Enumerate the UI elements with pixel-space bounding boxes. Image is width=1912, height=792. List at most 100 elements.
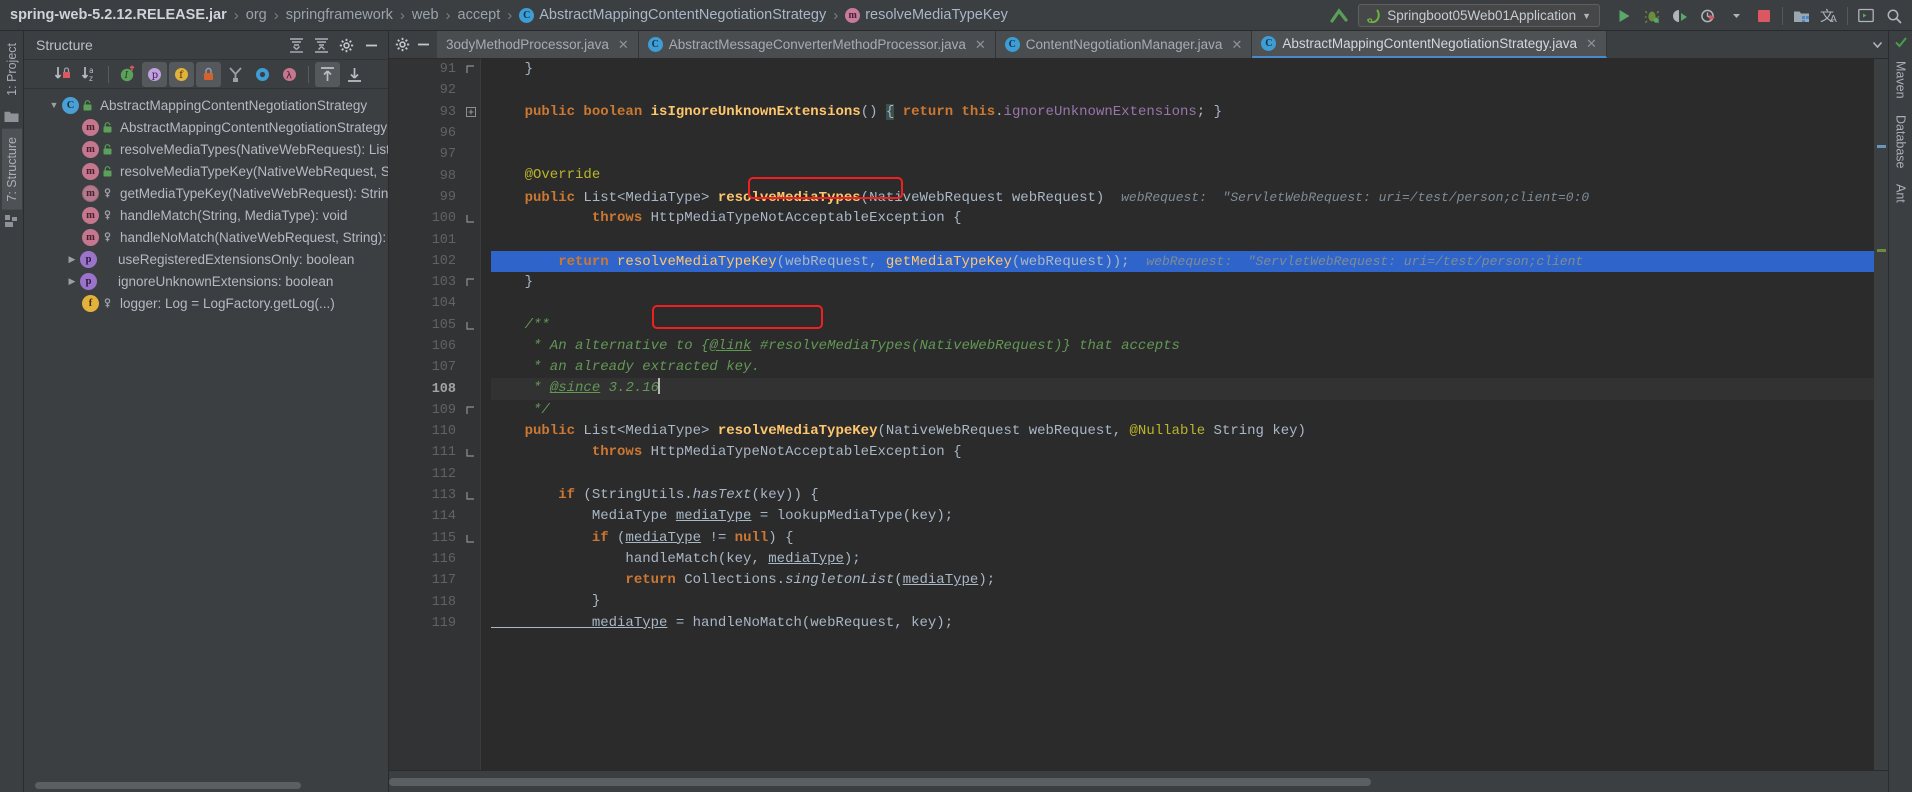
show-fields-button[interactable]: f (169, 61, 194, 87)
inspection-ok-icon[interactable] (1894, 35, 1908, 49)
gear-icon[interactable] (335, 34, 357, 56)
tree-item-get-media-type-key[interactable]: m getMediaTypeKey(NativeWebRequest): Str… (24, 182, 388, 204)
code-line-103[interactable]: } (491, 272, 1874, 293)
fold-start-marker[interactable] (461, 442, 480, 463)
close-icon[interactable]: ✕ (1231, 37, 1242, 53)
hide-button[interactable] (360, 34, 382, 56)
code-text-area[interactable]: } public boolean isIgnoreUnknownExtensio… (481, 59, 1874, 770)
tree-item-use-registered-extensions-only[interactable]: ▶ p useRegisteredExtensionsOnly: boolean (24, 248, 388, 270)
code-line-114[interactable]: MediaType mediaType = lookupMediaType(ke… (491, 506, 1874, 527)
code-line-105[interactable]: /** (491, 315, 1874, 336)
code-line-109[interactable]: */ (491, 400, 1874, 421)
editor-tab-overflow[interactable] (1871, 31, 1888, 58)
scrollbar-track[interactable] (389, 776, 1888, 788)
tab-body-method-processor[interactable]: 3odyMethodProcessor.java ✕ (437, 31, 639, 58)
sidebar-item-maven[interactable]: Maven (1891, 53, 1911, 107)
code-line-106[interactable]: * An alternative to {@link #resolveMedia… (491, 336, 1874, 357)
code-line-104[interactable] (491, 293, 1874, 314)
breadcrumb-item-jar[interactable]: spring-web-5.2.12.RELEASE.jar (10, 7, 227, 23)
code-line-96[interactable] (491, 123, 1874, 144)
project-structure-button[interactable] (1787, 2, 1815, 30)
gear-icon[interactable] (395, 37, 410, 52)
code-line-99[interactable]: public List<MediaType> resolveMediaTypes… (491, 187, 1874, 208)
fold-collapsed-marker[interactable] (461, 102, 480, 123)
code-line-115[interactable]: if (mediaType != null) { (491, 528, 1874, 549)
show-non-public-button[interactable] (196, 61, 221, 87)
tree-item-constructor[interactable]: m AbstractMappingContentNegotiationStrat… (24, 116, 388, 138)
scrollbar-thumb[interactable] (389, 777, 1371, 786)
code-line-91[interactable]: } (491, 59, 1874, 80)
structure-horizontal-scrollbar[interactable] (24, 778, 388, 792)
line-number-gutter[interactable]: 91 92 93 96 97 98 99 100 101 102 103 104… (389, 59, 461, 770)
sidebar-item-ant[interactable]: Ant (1891, 176, 1911, 211)
autoscroll-to-source-button[interactable] (315, 61, 340, 87)
breadcrumb-item-class[interactable]: C AbstractMappingContentNegotiationStrat… (519, 7, 826, 23)
chevron-down-icon[interactable] (1722, 2, 1750, 30)
tree-item-class[interactable]: ▼ C AbstractMappingContentNegotiationStr… (24, 94, 388, 116)
javadoc-tag[interactable]: @since (550, 380, 600, 396)
code-line-118[interactable]: } (491, 591, 1874, 612)
code-line-108[interactable]: * @since 3.2.16 (491, 378, 1874, 400)
breadcrumb-item-accept[interactable]: accept (458, 7, 501, 23)
fold-start-marker[interactable] (461, 208, 480, 229)
code-folding-gutter[interactable] (461, 59, 481, 770)
stop-button[interactable] (1750, 2, 1778, 30)
chevron-right-icon[interactable]: ▶ (64, 276, 80, 287)
tree-item-resolve-media-types[interactable]: m resolveMediaTypes(NativeWebRequest): L… (24, 138, 388, 160)
search-everywhere-button[interactable] (1880, 2, 1908, 30)
profiler-button[interactable] (1694, 2, 1722, 30)
group-methods-button[interactable] (223, 62, 248, 87)
chevron-right-icon[interactable]: ▶ (64, 254, 80, 265)
fold-end-marker[interactable] (461, 272, 480, 293)
code-line-100[interactable]: throws HttpMediaTypeNotAcceptableExcepti… (491, 208, 1874, 229)
show-anonymous-classes-button[interactable] (250, 62, 275, 87)
tree-item-resolve-media-type-key[interactable]: m resolveMediaTypeKey(NativeWebRequest, … (24, 160, 388, 182)
tab-abstract-mapping-content-negotiation-strategy[interactable]: C AbstractMappingContentNegotiationStrat… (1252, 31, 1607, 58)
sidebar-item-structure[interactable]: 7: Structure (1, 128, 22, 210)
code-line-110[interactable]: public List<MediaType> resolveMediaTypeK… (491, 421, 1874, 442)
code-line-93[interactable]: public boolean isIgnoreUnknownExtensions… (491, 102, 1874, 123)
run-with-coverage-button[interactable] (1666, 2, 1694, 30)
code-line-111[interactable]: throws HttpMediaTypeNotAcceptableExcepti… (491, 442, 1874, 463)
close-icon[interactable]: ✕ (1586, 36, 1597, 52)
fold-end-marker[interactable] (461, 59, 480, 80)
fold-end-marker[interactable] (461, 400, 480, 421)
debug-button[interactable] (1638, 2, 1666, 30)
sidebar-item-project[interactable]: 1: Project (2, 35, 22, 104)
show-inherited-button[interactable]: I (115, 62, 140, 87)
tree-item-logger[interactable]: f logger: Log = LogFactory.getLog(...) (24, 292, 388, 314)
sort-by-visibility-button[interactable] (50, 62, 75, 87)
fold-start-marker[interactable] (461, 315, 480, 336)
translate-button[interactable]: 文 A (1815, 2, 1843, 30)
navigate-up-icon[interactable] (1326, 3, 1352, 29)
fold-start-marker[interactable] (461, 528, 480, 549)
code-line-117[interactable]: return Collections.singletonList(mediaTy… (491, 570, 1874, 591)
terminal-button[interactable] (1852, 2, 1880, 30)
close-icon[interactable]: ✕ (975, 37, 986, 53)
expand-all-button[interactable] (285, 34, 307, 56)
chevron-down-icon[interactable]: ▼ (46, 100, 62, 110)
run-button[interactable] (1610, 2, 1638, 30)
tab-content-negotiation-manager[interactable]: C ContentNegotiationManager.java ✕ (995, 31, 1253, 58)
javadoc-link[interactable]: @link (709, 338, 751, 354)
code-line-112[interactable] (491, 464, 1874, 485)
tree-item-ignore-unknown-extensions[interactable]: ▶ p ignoreUnknownExtensions: boolean (24, 270, 388, 292)
show-lambdas-button[interactable]: λ (277, 62, 302, 87)
fold-start-marker[interactable] (461, 485, 480, 506)
close-icon[interactable]: ✕ (618, 37, 629, 53)
collapse-all-button[interactable] (310, 34, 332, 56)
code-line-97[interactable] (491, 144, 1874, 165)
show-properties-button[interactable]: p (142, 61, 167, 87)
code-line-102[interactable]: return resolveMediaTypeKey(webRequest, g… (491, 250, 1874, 272)
code-line-119[interactable]: mediaType = handleNoMatch(webRequest, ke… (491, 613, 1874, 634)
breadcrumb-item-method[interactable]: m resolveMediaTypeKey (845, 7, 1008, 23)
breadcrumb-item-org[interactable]: org (246, 7, 267, 23)
editor-horizontal-scrollbar[interactable] (389, 770, 1888, 792)
hide-button[interactable] (416, 37, 431, 52)
code-line-113[interactable]: if (StringUtils.hasText(key)) { (491, 485, 1874, 506)
sort-alphabetically-button[interactable]: a z (77, 62, 102, 87)
tree-item-handle-no-match[interactable]: m handleNoMatch(NativeWebRequest, String… (24, 226, 388, 248)
code-editor[interactable]: 91 92 93 96 97 98 99 100 101 102 103 104… (389, 59, 1888, 770)
code-line-101[interactable] (491, 229, 1874, 250)
sidebar-item-database[interactable]: Database (1891, 107, 1911, 177)
